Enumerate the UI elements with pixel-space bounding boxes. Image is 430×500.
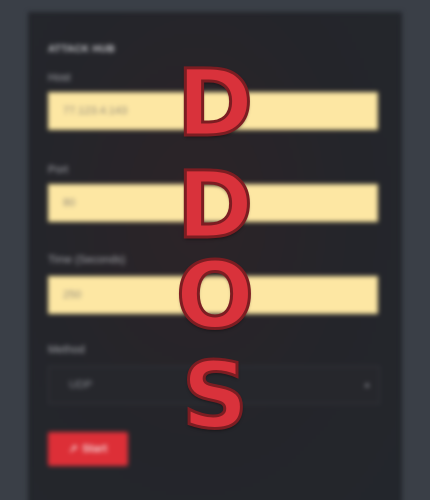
host-label: Host <box>48 72 71 84</box>
panel-title: ATTACK HUB <box>48 44 116 55</box>
method-label: Method <box>48 344 85 356</box>
overlay-letter-d1: D <box>175 50 254 157</box>
time-label: Time (Seconds) <box>48 254 126 266</box>
rocket-icon: ➚ <box>68 443 79 455</box>
overlay-letter-o: O <box>174 242 255 349</box>
start-button[interactable]: ➚ Start <box>48 432 128 466</box>
start-button-label: Start <box>82 443 108 455</box>
chevron-down-icon: ▲ <box>363 380 371 389</box>
screenshot-stage: ATTACK HUB Host 77.123.4.143 Port 80 Tim… <box>0 0 430 500</box>
method-select-value: UDP <box>69 379 93 391</box>
overlay-letter-d2: D <box>175 152 254 259</box>
port-label: Port <box>48 164 69 176</box>
overlay-letter-s: S <box>180 342 249 449</box>
